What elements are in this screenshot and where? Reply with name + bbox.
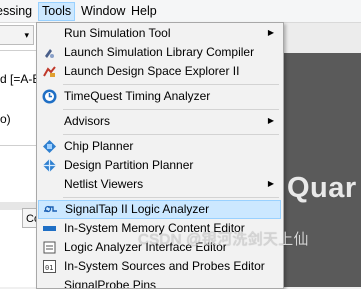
menu-tools[interactable]: Tools: [38, 2, 76, 21]
menu-item-signalprobe-pins[interactable]: SignalProbe Pins: [37, 276, 283, 289]
menu-item-label: Run Simulation Tool: [64, 26, 171, 40]
menu-item-label: Launch Simulation Library Compiler: [64, 45, 255, 59]
partition-planner-icon: [42, 158, 57, 173]
home-pane-header: [282, 23, 361, 53]
menu-item-label: Netlist Viewers: [64, 177, 144, 191]
menu-item-label: Design Partition Planner: [64, 158, 194, 172]
sources-probes-icon: 01: [42, 259, 57, 274]
menu-item-chip-planner[interactable]: Chip Planner: [37, 137, 283, 156]
watermark-text: CSDN @银河洗剑天上仙: [138, 231, 309, 248]
code-line-1: d [=A-E: [0, 72, 41, 86]
menu-item-timequest-timing-analyzer[interactable]: TimeQuest Timing Analyzer: [37, 87, 283, 106]
memory-editor-icon: [42, 221, 57, 236]
lai-editor-icon: [42, 240, 57, 255]
menu-item-netlist-viewers[interactable]: Netlist Viewers ▶: [37, 175, 283, 194]
menu-separator: [63, 134, 279, 135]
library-compiler-icon: [42, 45, 57, 60]
submenu-arrow-icon: ▶: [267, 28, 274, 37]
chevron-down-icon: ▾: [24, 30, 29, 40]
menu-bar: essing Tools Window Help: [0, 0, 361, 23]
timequest-icon: [42, 89, 57, 104]
menu-item-label: Chip Planner: [64, 139, 134, 153]
left-pane: [0, 23, 38, 287]
code-line-2: o): [0, 112, 11, 126]
menu-item-label: SignalProbe Pins: [64, 278, 157, 289]
svg-text:01: 01: [45, 264, 53, 272]
menu-help[interactable]: Help: [131, 3, 157, 20]
divider: [0, 50, 38, 51]
menu-separator: [63, 84, 279, 85]
menu-item-label: Launch Design Space Explorer II: [64, 64, 240, 78]
menu-item-signaltap-ii-logic-analyzer[interactable]: SignalTap II Logic Analyzer: [38, 200, 281, 219]
toolbar-combo[interactable]: ▾: [0, 25, 34, 45]
menu-processing[interactable]: essing: [0, 3, 32, 20]
menu-separator: [63, 197, 279, 198]
menu-item-in-system-sources-probes-editor[interactable]: 01 In-System Sources and Probes Editor: [37, 257, 283, 276]
menu-item-label: In-System Sources and Probes Editor: [64, 259, 265, 273]
menu-item-design-partition-planner[interactable]: Design Partition Planner: [37, 156, 283, 175]
menu-item-advisors[interactable]: Advisors ▶: [37, 112, 283, 131]
design-space-explorer-icon: [42, 64, 57, 79]
menu-item-run-simulation-tool[interactable]: Run Simulation Tool ▶: [37, 24, 283, 43]
quartus-logo-text: Quar: [287, 172, 357, 204]
menu-item-launch-design-space-explorer[interactable]: Launch Design Space Explorer II: [37, 62, 283, 81]
menu-item-label: SignalTap II Logic Analyzer: [65, 202, 210, 216]
menu-item-launch-simulation-library-compiler[interactable]: Launch Simulation Library Compiler: [37, 43, 283, 62]
menu-item-label: Advisors: [64, 114, 111, 128]
signaltap-icon: [43, 202, 58, 217]
divider: [0, 145, 38, 146]
menu-item-label: TimeQuest Timing Analyzer: [64, 89, 211, 103]
submenu-arrow-icon: ▶: [267, 179, 274, 188]
chip-planner-icon: [42, 139, 57, 154]
submenu-arrow-icon: ▶: [267, 116, 274, 125]
menu-window[interactable]: Window: [81, 3, 125, 20]
menu-separator: [63, 109, 279, 110]
